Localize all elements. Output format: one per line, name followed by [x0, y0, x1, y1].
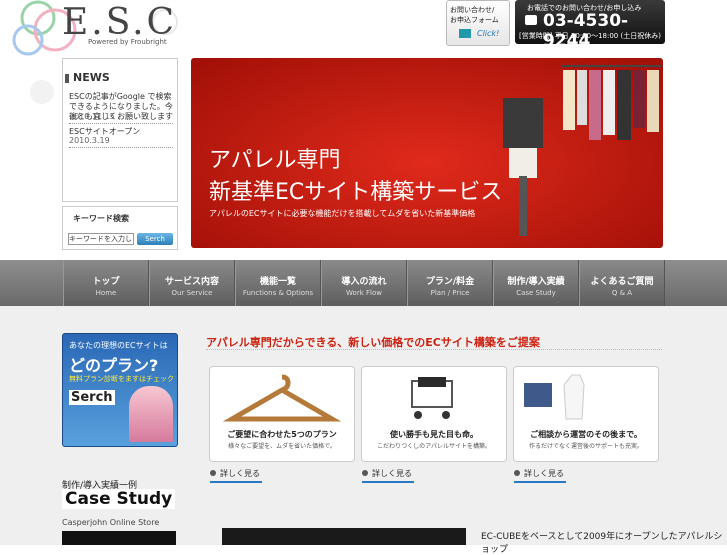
nav-item-workflow[interactable]: 導入の流れ Work Flow	[321, 260, 407, 306]
hero-title-line-2: 新基準ECサイト構築サービス	[209, 180, 503, 205]
keyword-search: キーワード検索 キーワードを入力してください Serch	[62, 206, 178, 250]
card-subcaption: こだわりつくしのアパレルサイトを構築。	[377, 443, 491, 450]
nav-label: サービス内容	[164, 277, 219, 287]
keyword-search-heading: キーワード検索	[73, 214, 129, 223]
contact-form-button[interactable]: お問い合わせ/ お申込フォーム Click!	[446, 0, 510, 46]
news-date-1: 2010.11.15	[69, 112, 115, 121]
card-caption: ご要望に合わせた5つのプラン	[227, 430, 337, 439]
phone-contact: お電話でのお問い合わせ/お申し込み 03-4530-9244 [営業時間] 平日…	[515, 0, 665, 51]
nav-item-case-study[interactable]: 制作/導入実績 Case Study	[493, 260, 579, 306]
bullet-icon	[362, 470, 368, 476]
detail-link-plans[interactable]: 詳しく見る	[210, 468, 262, 483]
search-input[interactable]: キーワードを入力してください	[68, 233, 134, 245]
card-caption: ご相談から運営のその後まで。	[530, 430, 642, 439]
nav-sublabel: Our Service	[171, 289, 213, 297]
bullet-icon	[210, 470, 216, 476]
news-box: NEWS ESCの記事がGoogle で検索できるようになりました。今後とも宜し…	[62, 58, 178, 202]
logo-tagline: Powered by Froubright	[88, 38, 167, 46]
card-subcaption: 作るだけでなく運営後のサポートも充実。	[528, 443, 643, 450]
detail-link-label: 詳しく見る	[524, 469, 564, 478]
detail-link-support[interactable]: 詳しく見る	[514, 468, 566, 483]
nav-sublabel: Home	[95, 289, 117, 297]
case-study-title: Case Study	[62, 489, 176, 509]
envelope-icon	[459, 29, 471, 38]
main-title: アパレル専門だからできる、新しい価格でのECサイト構築をご提案	[206, 336, 540, 349]
nav-item-functions[interactable]: 機能一覧 Functions & Options	[235, 260, 321, 306]
title-divider	[206, 349, 662, 350]
detail-link-label: 詳しく見る	[372, 469, 412, 478]
news-date-2: 2010.3.19	[69, 136, 110, 145]
news-divider	[69, 147, 173, 148]
plan-banner-subtitle: 無料プラン診断をますはチェック	[69, 375, 174, 383]
plan-diagnosis-banner[interactable]: あなたの理想のECサイトは どのプラン? 無料プラン診断をますはチェック Ser…	[62, 333, 178, 447]
feature-card-plans[interactable]: ご要望に合わせた5つのプラン 様々なご要望を、ムダを省いた価格で。	[209, 366, 355, 462]
nav-item-qa[interactable]: よくあるご質問 Q & A	[579, 260, 665, 306]
search-button[interactable]: Serch	[137, 233, 173, 245]
phone-icon	[525, 15, 537, 25]
main-navigation: トップ Home サービス内容 Our Service 機能一覧 Functions …	[0, 260, 727, 309]
feature-card-design[interactable]: 使い勝手も見た目も命。 こだわりつくしのアパレルサイトを構築。	[361, 366, 507, 462]
nav-sublabel: Work Flow	[346, 289, 382, 297]
nav-label: 機能一覧	[259, 277, 296, 287]
nav-label: 制作/導入実績	[507, 277, 565, 287]
contact-form-label-1: お問い合わせ/	[450, 6, 495, 14]
case-study-name[interactable]: Casperjohn Online Store	[62, 518, 159, 527]
news-heading: NEWS	[73, 71, 110, 84]
clothes-icon	[524, 374, 585, 420]
hanger-icon	[222, 374, 342, 422]
card-caption: 使い勝手も見た目も命。	[390, 430, 478, 439]
logo[interactable]: E.S.C	[62, 2, 177, 43]
news-heading-marker	[65, 74, 69, 83]
detail-link-label: 詳しく見る	[220, 469, 260, 478]
plan-banner-line-1: あなたの理想のECサイトは	[69, 341, 168, 350]
hero-subtitle: アパレルのECサイトに必要な機能だけを搭載してムダを省いた新基準価格	[209, 209, 476, 218]
nav-sublabel: Q & A	[611, 289, 633, 297]
hero-title-line-1: アパレル専門	[209, 148, 341, 173]
nav-sublabel: Case Study	[516, 289, 556, 297]
plan-banner-title: どのプラン?	[69, 356, 159, 375]
detail-link-design[interactable]: 詳しく見る	[362, 468, 414, 483]
business-hours: [営業時間] 平日 10:00～18:00 (土日祝休み)	[519, 32, 661, 40]
shopping-cart-icon	[411, 377, 453, 419]
store-description: EC-CUBEをベースとして2009年にオープンしたアパレルショップ	[481, 532, 723, 555]
bullet-icon	[514, 470, 520, 476]
nav-item-price[interactable]: プラン/料金 Plan / Price	[407, 260, 493, 306]
news-divider	[69, 123, 173, 124]
case-study-thumbnail[interactable]	[62, 531, 176, 545]
feature-card-support[interactable]: ご相談から運営のその後まで。 作るだけでなく運営後のサポートも充実。	[513, 366, 659, 462]
nav-label: よくあるご質問	[590, 277, 654, 287]
nav-item-service[interactable]: サービス内容 Our Service	[149, 260, 235, 306]
nav-label: プラン/料金	[425, 277, 475, 287]
nav-sublabel: Functions & Options	[242, 289, 314, 297]
nav-item-home[interactable]: トップ Home	[63, 260, 149, 306]
contact-form-label-2: お申込フォーム	[450, 16, 499, 24]
hero-banner: アパレル専門 新基準ECサイト構築サービス アパレルのECサイトに必要な機能だけ…	[191, 58, 663, 248]
shopper-image	[129, 386, 173, 442]
store-screenshot[interactable]	[222, 528, 466, 545]
click-label: Click!	[477, 29, 500, 38]
nav-sublabel: Plan / Price	[430, 289, 470, 297]
nav-label: 導入の流れ	[341, 277, 387, 287]
nav-label: トップ	[92, 277, 120, 287]
plan-banner-button: Serch	[69, 390, 115, 405]
card-subcaption: 様々なご要望を、ムダを省いた価格で。	[228, 443, 336, 450]
